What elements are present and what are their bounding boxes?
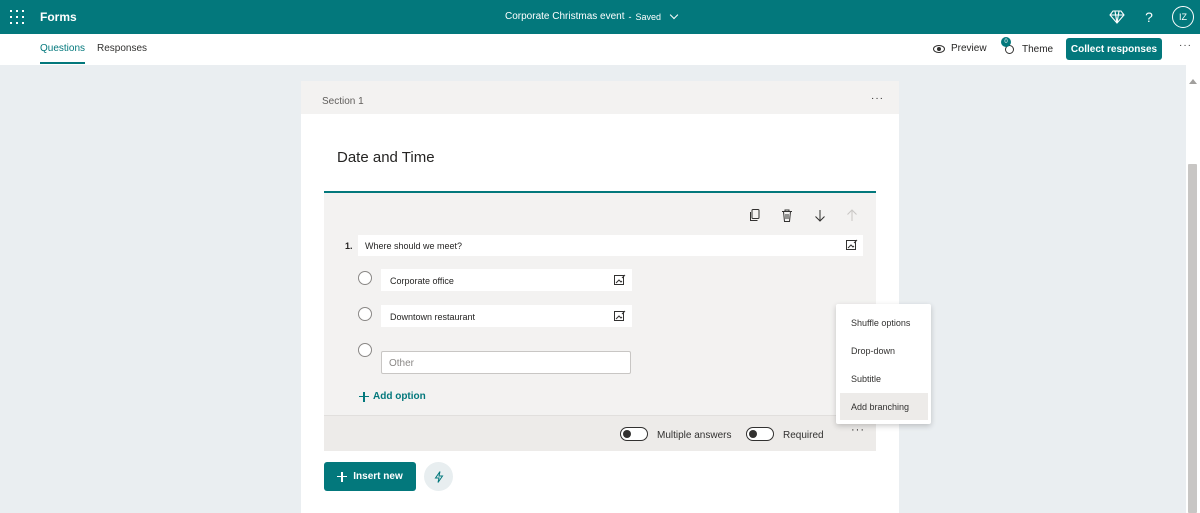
other-placeholder: Other bbox=[389, 358, 415, 369]
question-more-icon[interactable]: ··· bbox=[851, 424, 865, 436]
form-title[interactable]: Date and Time bbox=[337, 149, 435, 166]
tab-responses[interactable]: Responses bbox=[97, 43, 147, 54]
theme-label: Theme bbox=[1022, 43, 1054, 55]
radio-option-other[interactable] bbox=[358, 343, 372, 357]
lightning-icon[interactable] bbox=[424, 462, 453, 491]
add-option-button[interactable]: Add option bbox=[359, 391, 426, 402]
top-bar: Forms Corporate Christmas event - Saved … bbox=[0, 0, 1200, 34]
app-launcher-icon[interactable] bbox=[10, 10, 24, 24]
app-name[interactable]: Forms bbox=[40, 10, 77, 24]
add-option-label: Add option bbox=[373, 391, 426, 402]
palette-icon: 0 bbox=[1001, 37, 1016, 55]
avatar[interactable]: IZ bbox=[1172, 6, 1194, 28]
question-options-menu: Shuffle options Drop-down Subtitle Add b… bbox=[836, 304, 931, 424]
move-down-icon[interactable] bbox=[813, 208, 827, 222]
section-more-icon[interactable]: ··· bbox=[871, 93, 884, 104]
help-icon[interactable]: ? bbox=[1140, 8, 1158, 26]
radio-option-1[interactable] bbox=[358, 271, 372, 285]
required-label: Required bbox=[783, 430, 824, 441]
collect-responses-button[interactable]: Collect responses bbox=[1066, 38, 1162, 60]
document-title-text: Corporate Christmas event bbox=[505, 11, 625, 22]
other-option-field[interactable]: Other bbox=[381, 351, 631, 374]
plus-icon bbox=[359, 391, 369, 402]
multiple-answers-toggle[interactable] bbox=[620, 427, 648, 441]
theme-button[interactable]: 0 Theme bbox=[1001, 37, 1054, 55]
section-label: Section 1 bbox=[322, 96, 364, 107]
insert-media-icon[interactable] bbox=[846, 239, 858, 251]
scroll-up-icon[interactable] bbox=[1189, 79, 1197, 84]
diamond-icon[interactable] bbox=[1108, 8, 1126, 26]
menu-item-subtitle[interactable]: Subtitle bbox=[840, 365, 928, 392]
move-up-icon bbox=[845, 208, 859, 222]
form-canvas: Section 1 ··· Date and Time 1. Where sho… bbox=[301, 81, 899, 513]
plus-icon bbox=[337, 471, 348, 482]
question-number: 1. bbox=[345, 241, 353, 251]
chevron-down-icon[interactable] bbox=[669, 10, 679, 20]
more-options-icon[interactable]: ··· bbox=[1179, 40, 1192, 51]
option-label-1: Corporate office bbox=[390, 276, 454, 286]
option-label-2: Downtown restaurant bbox=[390, 312, 476, 322]
menu-item-shuffle-options[interactable]: Shuffle options bbox=[840, 309, 928, 336]
copy-icon[interactable] bbox=[748, 208, 762, 222]
question-text-field[interactable]: Where should we meet? bbox=[358, 235, 863, 256]
question-card: 1. Where should we meet? Corporate offic… bbox=[324, 191, 876, 451]
menu-item-drop-down[interactable]: Drop-down bbox=[840, 337, 928, 364]
insert-media-icon[interactable] bbox=[614, 274, 626, 286]
save-status: Saved bbox=[635, 11, 662, 22]
theme-badge: 0 bbox=[1001, 37, 1011, 47]
title-separator: - bbox=[628, 11, 632, 22]
question-footer: Multiple answers Required ··· bbox=[324, 415, 876, 451]
required-toggle[interactable] bbox=[746, 427, 774, 441]
multiple-answers-label: Multiple answers bbox=[657, 430, 732, 441]
option-field-2[interactable]: Downtown restaurant bbox=[381, 305, 632, 327]
tab-questions[interactable]: Questions bbox=[40, 43, 86, 64]
preview-label: Preview bbox=[951, 43, 987, 54]
document-title[interactable]: Corporate Christmas event - Saved bbox=[505, 10, 679, 22]
section-header: Section 1 ··· bbox=[301, 81, 899, 114]
menu-item-add-branching[interactable]: Add branching bbox=[840, 393, 928, 420]
insert-new-label: Insert new bbox=[353, 471, 403, 482]
option-field-1[interactable]: Corporate office bbox=[381, 269, 632, 291]
eye-icon bbox=[933, 44, 945, 53]
insert-new-button[interactable]: Insert new bbox=[324, 462, 416, 491]
delete-icon[interactable] bbox=[780, 208, 794, 222]
radio-option-2[interactable] bbox=[358, 307, 372, 321]
scrollbar[interactable] bbox=[1186, 65, 1200, 513]
scrollbar-thumb[interactable] bbox=[1188, 164, 1197, 513]
question-text: Where should we meet? bbox=[365, 241, 463, 251]
insert-media-icon[interactable] bbox=[614, 310, 626, 322]
preview-button[interactable]: Preview bbox=[933, 43, 987, 54]
